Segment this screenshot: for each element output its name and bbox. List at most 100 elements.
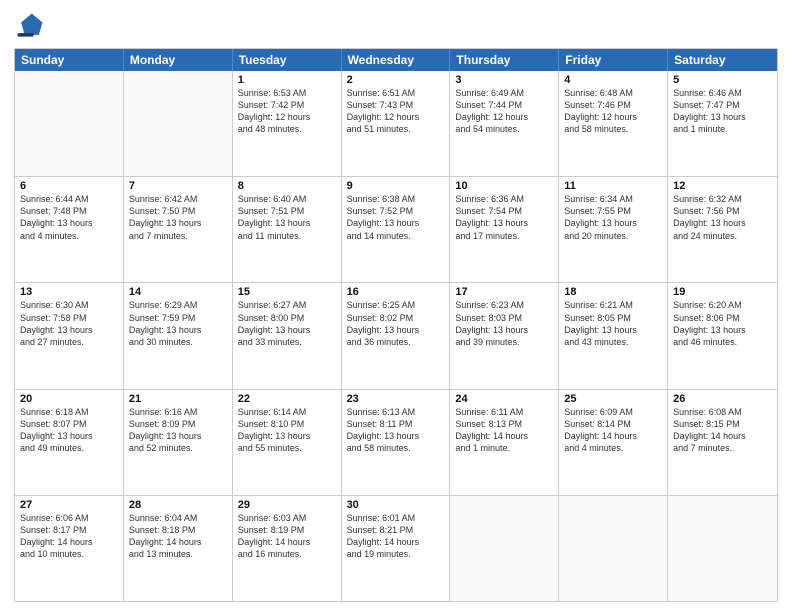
cell-line: and 17 minutes. (455, 230, 553, 242)
cell-line: and 4 minutes. (20, 230, 118, 242)
day-number: 7 (129, 180, 227, 192)
header-day-wednesday: Wednesday (342, 49, 451, 71)
empty-cell (668, 496, 777, 601)
day-cell-30: 30Sunrise: 6:01 AMSunset: 8:21 PMDayligh… (342, 496, 451, 601)
day-cell-2: 2Sunrise: 6:51 AMSunset: 7:43 PMDaylight… (342, 71, 451, 176)
day-cell-1: 1Sunrise: 6:53 AMSunset: 7:42 PMDaylight… (233, 71, 342, 176)
cell-line: Sunrise: 6:18 AM (20, 406, 118, 418)
cell-line: Daylight: 13 hours (20, 324, 118, 336)
cell-line: and 10 minutes. (20, 548, 118, 560)
day-cell-5: 5Sunrise: 6:46 AMSunset: 7:47 PMDaylight… (668, 71, 777, 176)
day-cell-25: 25Sunrise: 6:09 AMSunset: 8:14 PMDayligh… (559, 390, 668, 495)
cell-line: Daylight: 13 hours (455, 217, 553, 229)
cell-line: and 7 minutes. (129, 230, 227, 242)
cell-line: Daylight: 13 hours (129, 324, 227, 336)
cell-line: Sunset: 8:18 PM (129, 524, 227, 536)
cell-line: and 39 minutes. (455, 336, 553, 348)
day-number: 15 (238, 286, 336, 298)
cell-line: Daylight: 13 hours (673, 111, 772, 123)
cell-line: Sunrise: 6:16 AM (129, 406, 227, 418)
day-number: 30 (347, 499, 445, 511)
cell-line: Sunset: 8:06 PM (673, 312, 772, 324)
cell-line: and 55 minutes. (238, 442, 336, 454)
day-cell-11: 11Sunrise: 6:34 AMSunset: 7:55 PMDayligh… (559, 177, 668, 282)
cell-line: Sunrise: 6:20 AM (673, 299, 772, 311)
cell-line: and 49 minutes. (20, 442, 118, 454)
cell-line: and 30 minutes. (129, 336, 227, 348)
empty-cell (559, 496, 668, 601)
logo-icon (14, 10, 46, 42)
day-number: 14 (129, 286, 227, 298)
cell-line: Sunset: 8:02 PM (347, 312, 445, 324)
day-number: 6 (20, 180, 118, 192)
cell-line: Sunrise: 6:51 AM (347, 87, 445, 99)
day-cell-24: 24Sunrise: 6:11 AMSunset: 8:13 PMDayligh… (450, 390, 559, 495)
week-row-2: 13Sunrise: 6:30 AMSunset: 7:58 PMDayligh… (15, 282, 777, 388)
cell-line: Sunrise: 6:13 AM (347, 406, 445, 418)
cell-line: Sunrise: 6:34 AM (564, 193, 662, 205)
cell-line: Sunset: 8:15 PM (673, 418, 772, 430)
cell-line: Daylight: 14 hours (455, 430, 553, 442)
day-cell-22: 22Sunrise: 6:14 AMSunset: 8:10 PMDayligh… (233, 390, 342, 495)
day-number: 8 (238, 180, 336, 192)
cell-line: Sunrise: 6:25 AM (347, 299, 445, 311)
cell-line: and 46 minutes. (673, 336, 772, 348)
cell-line: Daylight: 12 hours (347, 111, 445, 123)
cell-line: Daylight: 14 hours (564, 430, 662, 442)
cell-line: Sunrise: 6:32 AM (673, 193, 772, 205)
day-number: 24 (455, 393, 553, 405)
cell-line: and 1 minute. (455, 442, 553, 454)
cell-line: Daylight: 14 hours (129, 536, 227, 548)
cell-line: Sunrise: 6:03 AM (238, 512, 336, 524)
cell-line: Sunrise: 6:30 AM (20, 299, 118, 311)
cell-line: Daylight: 12 hours (238, 111, 336, 123)
day-cell-4: 4Sunrise: 6:48 AMSunset: 7:46 PMDaylight… (559, 71, 668, 176)
cell-line: Sunrise: 6:06 AM (20, 512, 118, 524)
cell-line: Sunset: 8:19 PM (238, 524, 336, 536)
cell-line: Sunrise: 6:29 AM (129, 299, 227, 311)
day-number: 1 (238, 74, 336, 86)
day-number: 20 (20, 393, 118, 405)
cell-line: Daylight: 14 hours (20, 536, 118, 548)
day-number: 12 (673, 180, 772, 192)
cell-line: Sunset: 7:54 PM (455, 205, 553, 217)
cell-line: Sunset: 8:05 PM (564, 312, 662, 324)
day-number: 11 (564, 180, 662, 192)
cell-line: and 7 minutes. (673, 442, 772, 454)
cell-line: Sunrise: 6:11 AM (455, 406, 553, 418)
day-number: 23 (347, 393, 445, 405)
cell-line: and 20 minutes. (564, 230, 662, 242)
day-cell-17: 17Sunrise: 6:23 AMSunset: 8:03 PMDayligh… (450, 283, 559, 388)
cell-line: Daylight: 13 hours (20, 217, 118, 229)
cell-line: Sunset: 7:43 PM (347, 99, 445, 111)
cell-line: Sunrise: 6:53 AM (238, 87, 336, 99)
day-cell-7: 7Sunrise: 6:42 AMSunset: 7:50 PMDaylight… (124, 177, 233, 282)
day-cell-16: 16Sunrise: 6:25 AMSunset: 8:02 PMDayligh… (342, 283, 451, 388)
cell-line: and 48 minutes. (238, 123, 336, 135)
day-cell-18: 18Sunrise: 6:21 AMSunset: 8:05 PMDayligh… (559, 283, 668, 388)
day-cell-28: 28Sunrise: 6:04 AMSunset: 8:18 PMDayligh… (124, 496, 233, 601)
cell-line: Sunset: 8:21 PM (347, 524, 445, 536)
cell-line: and 58 minutes. (564, 123, 662, 135)
day-number: 5 (673, 74, 772, 86)
day-cell-26: 26Sunrise: 6:08 AMSunset: 8:15 PMDayligh… (668, 390, 777, 495)
cell-line: Sunset: 7:59 PM (129, 312, 227, 324)
header-day-saturday: Saturday (668, 49, 777, 71)
cell-line: Sunrise: 6:40 AM (238, 193, 336, 205)
day-cell-3: 3Sunrise: 6:49 AMSunset: 7:44 PMDaylight… (450, 71, 559, 176)
logo (14, 10, 50, 42)
cell-line: Sunrise: 6:04 AM (129, 512, 227, 524)
week-row-0: 1Sunrise: 6:53 AMSunset: 7:42 PMDaylight… (15, 71, 777, 176)
header-day-friday: Friday (559, 49, 668, 71)
day-cell-9: 9Sunrise: 6:38 AMSunset: 7:52 PMDaylight… (342, 177, 451, 282)
cell-line: and 33 minutes. (238, 336, 336, 348)
cell-line: Sunset: 8:03 PM (455, 312, 553, 324)
day-number: 18 (564, 286, 662, 298)
cell-line: and 14 minutes. (347, 230, 445, 242)
empty-cell (124, 71, 233, 176)
cell-line: and 1 minute. (673, 123, 772, 135)
cell-line: and 43 minutes. (564, 336, 662, 348)
cell-line: Sunset: 7:47 PM (673, 99, 772, 111)
header-day-sunday: Sunday (15, 49, 124, 71)
cell-line: Sunset: 7:51 PM (238, 205, 336, 217)
